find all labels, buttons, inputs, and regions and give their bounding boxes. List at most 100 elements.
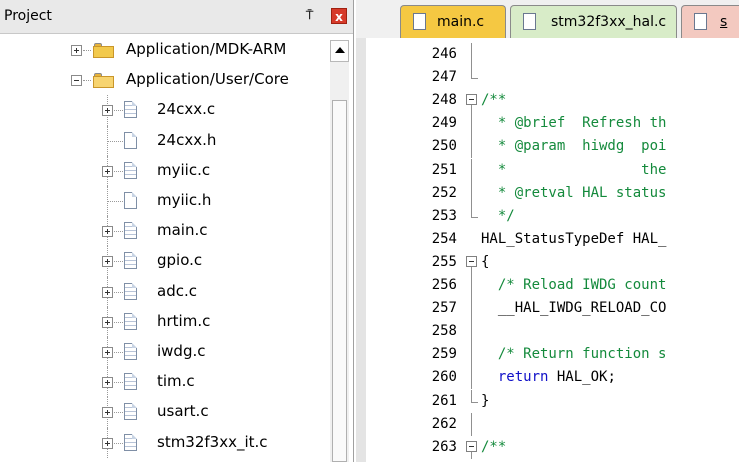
fold-end-marker [471,204,478,218]
line-number: 258 [431,323,457,340]
fold-gutter [466,297,478,321]
file-icon [124,161,137,179]
fold-gutter [466,181,478,205]
fold-gutter[interactable] [466,89,478,113]
fold-line [471,343,472,367]
scroll-up-arrow-icon[interactable] [330,40,349,62]
tree-file[interactable]: 24cxx.h [0,125,330,156]
tree-folder[interactable]: Application/MDK-ARM [0,35,330,65]
tree-file[interactable]: tim.c [0,367,330,398]
document-icon [523,13,536,30]
code-line: 254 HAL_StatusTypeDef HAL_ [366,228,739,251]
fold-gutter [466,343,478,367]
fold-gutter [466,204,478,228]
file-icon [124,343,137,360]
expand-plus-icon[interactable] [102,347,113,358]
expand-plus-icon[interactable] [102,407,113,419]
fold-gutter[interactable] [466,251,478,274]
fold-gutter [466,366,478,390]
fold-line [471,274,472,297]
tree-file[interactable]: 24cxx.c [0,95,330,126]
expand-plus-icon[interactable] [102,377,113,389]
code-line: 259 /* Return function s [366,343,739,367]
tree-connector [114,382,123,384]
tree-file[interactable]: gpio.c [0,246,330,277]
code-text: __HAL_IWDG_RELOAD_CO [481,300,667,317]
expand-plus-icon[interactable] [102,105,113,117]
line-number: 246 [431,46,457,62]
tree-file[interactable]: stm32f3xx_it.c [0,427,330,458]
tree-file-label: adc.c [157,281,197,300]
file-icon [124,403,137,421]
folder-icon [93,43,114,58]
code-text: * @retval HAL status [481,184,667,201]
line-number: 249 [431,115,457,132]
tree-file[interactable]: myiic.h [0,186,330,217]
code-text: HAL_StatusTypeDef HAL_ [481,230,667,247]
file-icon [124,252,137,270]
pin-icon[interactable]: ⍑ [306,8,313,23]
file-icon [124,312,137,330]
line-number: 254 [431,230,457,247]
code-text: * the [481,161,667,178]
expand-plus-icon[interactable] [102,256,113,268]
tree-connector [83,80,91,82]
code-text: return HAL_OK; [481,369,616,385]
code-area[interactable]: 246 247 248/** 249 * @brief Refresh th 250 *… [356,38,739,462]
line-number: 248 [431,92,457,109]
collapse-minus-icon[interactable] [71,75,82,87]
expand-plus-icon[interactable] [102,226,113,238]
fold-gutter [466,66,478,89]
code-line: 252 * @retval HAL status [366,181,739,205]
editor-tab-label: stm32f3xx_hal.c [551,14,667,30]
scroll-thumb[interactable] [332,100,347,462]
expand-plus-icon[interactable] [102,165,113,177]
editor-tab-label: s [720,14,728,30]
tree-file[interactable]: myiic.c [0,155,330,186]
editor-tab[interactable]: main.c [400,5,506,38]
expand-plus-icon[interactable] [71,45,82,56]
code-line: 251 * the [366,158,739,182]
editor-tab[interactable]: s [681,5,739,38]
tree-file[interactable]: adc.c [0,276,330,307]
tree-file-label: 24cxx.c [157,100,216,119]
editor-tab[interactable]: stm32f3xx_hal.c [510,5,677,38]
close-panel-button[interactable]: x [331,8,347,24]
vertical-scrollbar[interactable] [330,40,349,462]
fold-collapse-icon[interactable] [466,440,477,452]
fold-collapse-icon[interactable] [466,255,477,267]
line-number: 259 [431,346,457,363]
fold-gutter [466,274,478,297]
tree-connector [83,50,91,51]
code-line: 256 /* Reload IWDG count [366,274,739,297]
fold-line [471,181,472,205]
tree-file[interactable]: main.c [0,216,330,247]
fold-collapse-icon[interactable] [466,94,477,106]
fold-line [471,451,472,459]
expand-plus-icon[interactable] [102,316,113,328]
fold-line [471,135,472,159]
code-text: /* Reload IWDG count [481,277,667,293]
tree-file[interactable]: usart.c [0,397,330,428]
fold-line [471,297,472,321]
tree-connector [114,110,123,112]
expand-plus-icon[interactable] [102,286,113,298]
code-line: 248 /** [366,89,739,113]
tree-file[interactable]: iwdg.c [0,337,330,368]
file-icon [124,282,137,300]
editor-tab-label: main.c [437,14,485,30]
fold-gutter [466,412,478,436]
tree-connector [108,201,123,202]
fold-gutter[interactable] [466,436,478,459]
code-line: 257 __HAL_IWDG_RELOAD_CO [366,297,739,321]
code-text: * @brief Refresh th [481,115,667,132]
tree-folder[interactable]: Application/User/Core [0,65,330,95]
tree-file[interactable]: hrtim.c [0,306,330,337]
file-icon [124,222,137,240]
code-text: /* Return function s [481,346,667,363]
tree-connector [114,291,123,293]
code-line: 253 */ [366,204,739,228]
file-icon [124,192,137,209]
expand-plus-icon[interactable] [102,437,113,449]
tree-connector [108,140,123,142]
